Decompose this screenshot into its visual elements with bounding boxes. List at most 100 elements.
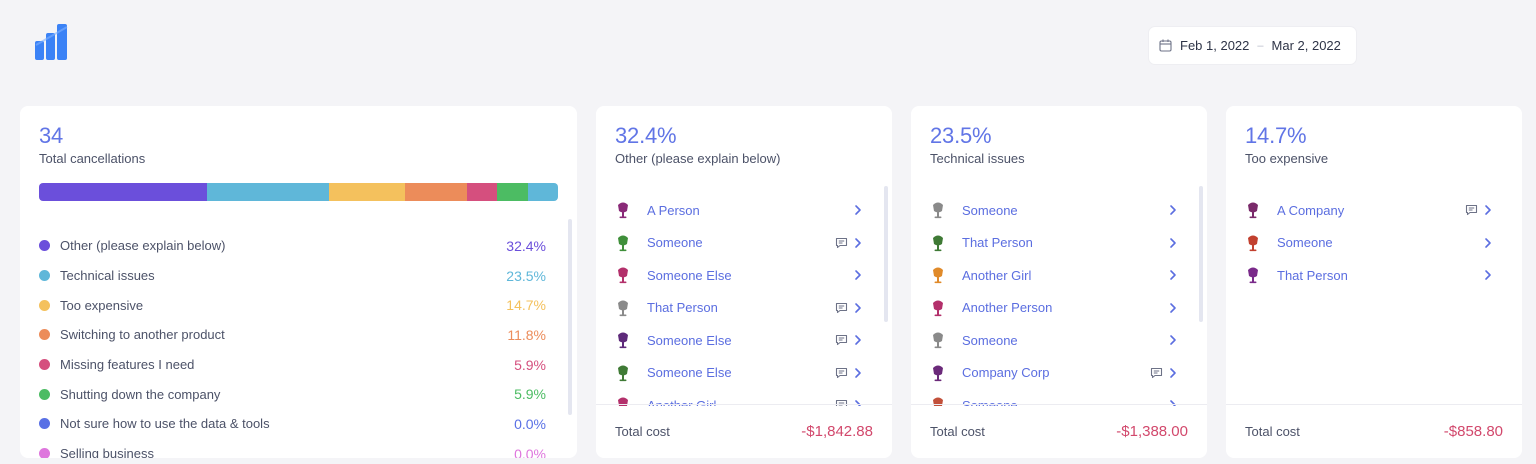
legend-label: Not sure how to use the data & tools — [60, 416, 270, 432]
legend-dot — [39, 270, 50, 282]
customer-row[interactable]: Someone — [1245, 227, 1492, 260]
customer-row[interactable]: Someone Else — [615, 324, 862, 357]
customer-list-scrollbar[interactable] — [884, 186, 888, 322]
reasons-stacked-bar — [39, 183, 558, 201]
customer-name-link[interactable]: That Person — [647, 300, 835, 315]
customer-name-link[interactable]: Someone — [647, 235, 835, 250]
date-to[interactable]: Mar 2, 2022 — [1272, 38, 1341, 53]
customer-name-link[interactable]: Someone — [962, 203, 1169, 218]
legend-percent: 32.4% — [506, 237, 546, 254]
chevron-right-icon[interactable] — [1169, 204, 1177, 216]
total-cancellations-label: Total cancellations — [39, 151, 146, 166]
reason-percent: 23.5% — [930, 123, 992, 148]
customer-name-link[interactable]: That Person — [1277, 268, 1484, 283]
date-range-picker[interactable]: Feb 1, 2022 – Mar 2, 2022 — [1149, 27, 1356, 64]
avatar-icon — [933, 202, 943, 219]
customer-row[interactable]: Someone — [930, 194, 1177, 227]
customer-row[interactable]: That Person — [930, 227, 1177, 260]
legend-dot — [39, 418, 50, 430]
comment-icon[interactable] — [835, 367, 848, 379]
customer-row[interactable]: A Company — [1245, 194, 1492, 227]
chevron-right-icon[interactable] — [1169, 237, 1177, 249]
reason-title: Technical issues — [930, 151, 1025, 166]
chevron-right-icon[interactable] — [1484, 269, 1492, 281]
customer-row[interactable]: Someone — [930, 324, 1177, 357]
reason-card-expensive: 14.7% Too expensive A Company Someone That… — [1226, 106, 1522, 458]
customer-list: Someone That Person Another Girl Another Pe… — [930, 194, 1177, 406]
customer-name-link[interactable]: A Company — [1277, 203, 1465, 218]
customer-name-link[interactable]: Someone Else — [647, 333, 835, 348]
customer-row[interactable]: Someone — [615, 227, 862, 260]
comment-icon[interactable] — [835, 237, 848, 249]
customer-row[interactable]: Someone Else — [615, 357, 862, 390]
chevron-right-icon[interactable] — [1484, 237, 1492, 249]
legend-row[interactable]: Selling business 0.0% — [39, 439, 546, 458]
date-separator: – — [1257, 39, 1264, 52]
legend-row[interactable]: Missing features I need 5.9% — [39, 350, 546, 380]
customer-row[interactable]: Another Girl — [930, 259, 1177, 292]
avatar-icon — [618, 202, 628, 219]
chevron-right-icon[interactable] — [1484, 204, 1492, 216]
total-cancellations-value: 34 — [39, 123, 64, 148]
chevron-right-icon[interactable] — [854, 334, 862, 346]
legend-row[interactable]: Too expensive 14.7% — [39, 290, 546, 320]
legend-label: Missing features I need — [60, 357, 195, 373]
customer-name-link[interactable]: Someone Else — [647, 268, 854, 283]
legend-row[interactable]: Shutting down the company 5.9% — [39, 379, 546, 409]
customer-name-link[interactable]: Another Girl — [962, 268, 1169, 283]
comment-icon[interactable] — [1150, 367, 1163, 379]
comment-icon[interactable] — [835, 302, 848, 314]
customer-name-link[interactable]: That Person — [962, 235, 1169, 250]
comment-icon[interactable] — [835, 334, 848, 346]
avatar-icon — [618, 332, 628, 349]
avatar-icon — [933, 365, 943, 381]
total-cost-footer: Total cost -$1,388.00 — [911, 404, 1207, 458]
legend-dot — [39, 448, 50, 458]
customer-row[interactable]: Someone Else — [615, 259, 862, 292]
customer-row[interactable]: A Person — [615, 194, 862, 227]
legend-dot — [39, 388, 50, 400]
reason-card-technical: 23.5% Technical issues Someone That Perso… — [911, 106, 1207, 458]
total-cost-label: Total cost — [615, 424, 670, 439]
legend-label: Too expensive — [60, 297, 144, 313]
legend-label: Selling business — [60, 446, 154, 458]
legend-row[interactable]: Other (please explain below) 32.4% — [39, 231, 546, 261]
reason-percent: 14.7% — [1245, 123, 1307, 148]
calendar-icon — [1159, 39, 1172, 52]
chevron-right-icon[interactable] — [1169, 269, 1177, 281]
avatar-icon — [933, 332, 943, 349]
chevron-right-icon[interactable] — [854, 367, 862, 379]
bar-chart-logo-icon[interactable] — [34, 23, 74, 61]
chevron-right-icon[interactable] — [1169, 367, 1177, 379]
chevron-right-icon[interactable] — [854, 237, 862, 249]
reason-card-other: 32.4% Other (please explain below) A Per… — [596, 106, 892, 458]
legend-dot — [39, 329, 50, 341]
customer-name-link[interactable]: A Person — [647, 203, 854, 218]
customer-list-scrollbar[interactable] — [1199, 186, 1203, 322]
comment-icon[interactable] — [1465, 204, 1478, 216]
total-cost-label: Total cost — [1245, 424, 1300, 439]
customer-row[interactable]: That Person — [1245, 259, 1492, 292]
chevron-right-icon[interactable] — [1169, 334, 1177, 346]
customer-name-link[interactable]: Someone — [1277, 235, 1484, 250]
chevron-right-icon[interactable] — [854, 269, 862, 281]
chevron-right-icon[interactable] — [854, 302, 862, 314]
chevron-right-icon[interactable] — [854, 204, 862, 216]
legend-row[interactable]: Not sure how to use the data & tools 0.0% — [39, 409, 546, 439]
legend-row[interactable]: Technical issues 23.5% — [39, 261, 546, 291]
customer-row[interactable]: Company Corp — [930, 357, 1177, 390]
customer-name-link[interactable]: Someone — [962, 333, 1169, 348]
reason-title: Too expensive — [1245, 151, 1329, 166]
chevron-right-icon[interactable] — [1169, 302, 1177, 314]
legend-scrollbar[interactable] — [568, 219, 572, 415]
stacked-bar-segment — [39, 183, 208, 201]
customer-row[interactable]: That Person — [615, 292, 862, 325]
legend-row[interactable]: Switching to another product 11.8% — [39, 320, 546, 350]
date-from[interactable]: Feb 1, 2022 — [1180, 38, 1249, 53]
customer-name-link[interactable]: Company Corp — [962, 365, 1150, 380]
avatar-icon — [1248, 202, 1258, 219]
customer-name-link[interactable]: Someone Else — [647, 365, 835, 380]
customer-row[interactable]: Another Person — [930, 292, 1177, 325]
customer-name-link[interactable]: Another Person — [962, 300, 1169, 315]
avatar-icon — [618, 235, 628, 251]
